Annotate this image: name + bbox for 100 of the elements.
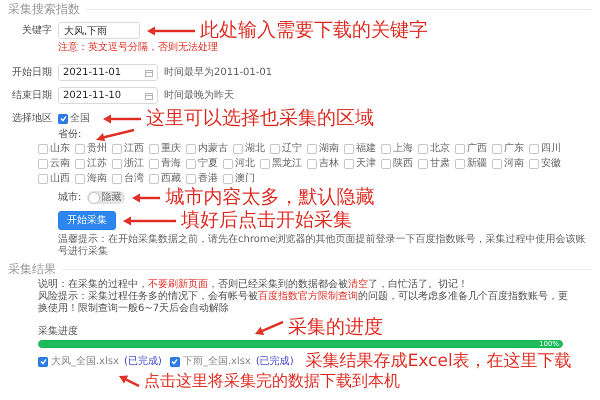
checkbox-label: 全国 xyxy=(70,112,90,124)
checkbox-label: 黑龙江 xyxy=(272,158,302,170)
checkbox[interactable] xyxy=(223,159,233,169)
annotation-text: 这里可以选择也采集的区域 xyxy=(146,108,374,129)
annotation-arrow xyxy=(147,26,195,35)
checkbox-label: 安徽 xyxy=(541,158,561,170)
checkbox[interactable] xyxy=(186,144,196,154)
field-label: 选择地区 xyxy=(11,112,52,124)
checkbox-label: 重庆 xyxy=(161,143,181,155)
checkbox-label: 宁夏 xyxy=(198,158,218,170)
status-text: (已完成) xyxy=(124,356,162,368)
checkbox[interactable] xyxy=(186,174,196,184)
checkbox-label: 天津 xyxy=(356,158,376,170)
checkbox-label: 甘肃 xyxy=(430,158,450,170)
checkbox[interactable] xyxy=(75,174,85,184)
checkbox[interactable] xyxy=(38,144,48,154)
checkbox[interactable] xyxy=(38,159,48,169)
checkbox-label: 山东 xyxy=(50,143,70,155)
checkbox[interactable] xyxy=(418,144,428,154)
checkbox[interactable] xyxy=(149,174,159,184)
checkbox[interactable] xyxy=(492,159,502,169)
checkbox-label: 贵州 xyxy=(87,143,107,155)
annotation-arrow xyxy=(255,320,284,334)
date-field[interactable]: 2021-11-10 xyxy=(58,87,158,104)
checkbox-label: 广东 xyxy=(504,143,524,155)
checkbox[interactable] xyxy=(307,159,317,169)
checkbox[interactable] xyxy=(38,174,48,184)
checkbox[interactable] xyxy=(418,159,428,169)
calendar-icon xyxy=(145,68,153,76)
checkbox-label: 西藏 xyxy=(161,173,181,185)
toggle-switch[interactable]: 隐藏 xyxy=(87,191,126,204)
checkbox[interactable] xyxy=(75,144,85,154)
checkbox-label: 内蒙古 xyxy=(198,143,228,155)
checkbox[interactable] xyxy=(455,159,465,169)
file-link[interactable]: 下雨_全国.xlsx xyxy=(182,356,251,368)
calendar-icon xyxy=(145,92,153,100)
hint-text: 时间最早为2011-01-01 xyxy=(164,66,272,78)
checkbox[interactable] xyxy=(223,174,233,184)
checkbox-label: 陕西 xyxy=(393,158,413,170)
checkbox[interactable] xyxy=(186,159,196,169)
section-title: 采集结果 xyxy=(8,262,56,276)
checkbox[interactable] xyxy=(381,144,391,154)
checkbox-label: 湖北 xyxy=(245,143,265,155)
checkbox-label: 香港 xyxy=(198,173,218,185)
checkbox[interactable] xyxy=(270,144,280,154)
checkbox-label: 河北 xyxy=(235,158,255,170)
checkbox-label: 吉林 xyxy=(319,158,339,170)
note-text: 说明：在采集的过程中，不要刷新页面，否则已经采集到的数据都会被清空了，白忙活了。切记！ xyxy=(38,279,469,290)
field-label: 结束日期 xyxy=(11,90,52,102)
annotation-arrow xyxy=(132,193,160,202)
annotation-arrow xyxy=(119,376,140,387)
section-title: 采集搜索指数 xyxy=(8,2,80,16)
checkbox-label: 海南 xyxy=(87,173,107,185)
annotation-text: 采集的进度 xyxy=(288,317,383,338)
checkbox-label: 福建 xyxy=(356,143,376,155)
checkbox[interactable] xyxy=(38,356,48,366)
checkbox-label: 北京 xyxy=(430,143,450,155)
checkbox-label: 澳门 xyxy=(235,173,255,185)
checkbox[interactable] xyxy=(112,144,122,154)
hint-text: 时间最晚为昨天 xyxy=(164,90,234,102)
checkbox-label: 辽宁 xyxy=(282,143,302,155)
checkbox-label: 江西 xyxy=(124,143,144,155)
checkbox-label: 广西 xyxy=(467,143,487,155)
checkbox-label: 台湾 xyxy=(124,173,144,185)
start-button[interactable]: 开始采集 xyxy=(58,211,116,230)
file-link[interactable]: 大风_全国.xlsx xyxy=(51,356,120,368)
checkbox[interactable] xyxy=(233,144,243,154)
checkbox[interactable] xyxy=(170,356,180,366)
checkbox[interactable] xyxy=(112,159,122,169)
checkbox-label: 青海 xyxy=(161,158,181,170)
annotation-arrow xyxy=(96,129,135,141)
checkbox[interactable] xyxy=(149,159,159,169)
status-text: (已完成) xyxy=(256,356,294,368)
field-label: 城市: xyxy=(58,192,82,204)
checkbox[interactable] xyxy=(260,159,270,169)
checkbox[interactable] xyxy=(492,144,502,154)
tip-text: 温馨提示：在开始采集数据之前，请先在chrome浏览器的其他页面提前登录一下百度指数账号，采集过程中使用会该账号进行采集 xyxy=(58,234,586,258)
checkbox[interactable] xyxy=(112,174,122,184)
checkbox-label: 湖南 xyxy=(319,143,339,155)
progress-label: 采集进度 xyxy=(38,326,78,338)
checkbox[interactable] xyxy=(529,159,539,169)
keyword-field[interactable]: 大风,下雨 xyxy=(58,22,140,39)
checkbox[interactable] xyxy=(307,144,317,154)
checkbox[interactable] xyxy=(455,144,465,154)
checkbox[interactable] xyxy=(75,159,85,169)
checkbox-label: 浙江 xyxy=(124,158,144,170)
checkbox[interactable] xyxy=(344,144,354,154)
checkbox[interactable] xyxy=(381,159,391,169)
annotation-text: 此处输入需要下载的关键字 xyxy=(200,20,428,41)
checkbox-label: 山西 xyxy=(50,173,70,185)
checkbox[interactable] xyxy=(58,114,68,124)
annotation-text: 点击这里将采集完的数据下载到本机 xyxy=(144,372,400,390)
checkbox[interactable] xyxy=(344,159,354,169)
checkbox[interactable] xyxy=(149,144,159,154)
checkbox-label: 新疆 xyxy=(467,158,487,170)
checkbox-label: 四川 xyxy=(541,143,561,155)
checkbox[interactable] xyxy=(529,144,539,154)
checkbox-label: 云南 xyxy=(50,158,70,170)
date-field[interactable]: 2021-11-01 xyxy=(58,64,158,81)
field-label: 省份: xyxy=(58,129,82,141)
